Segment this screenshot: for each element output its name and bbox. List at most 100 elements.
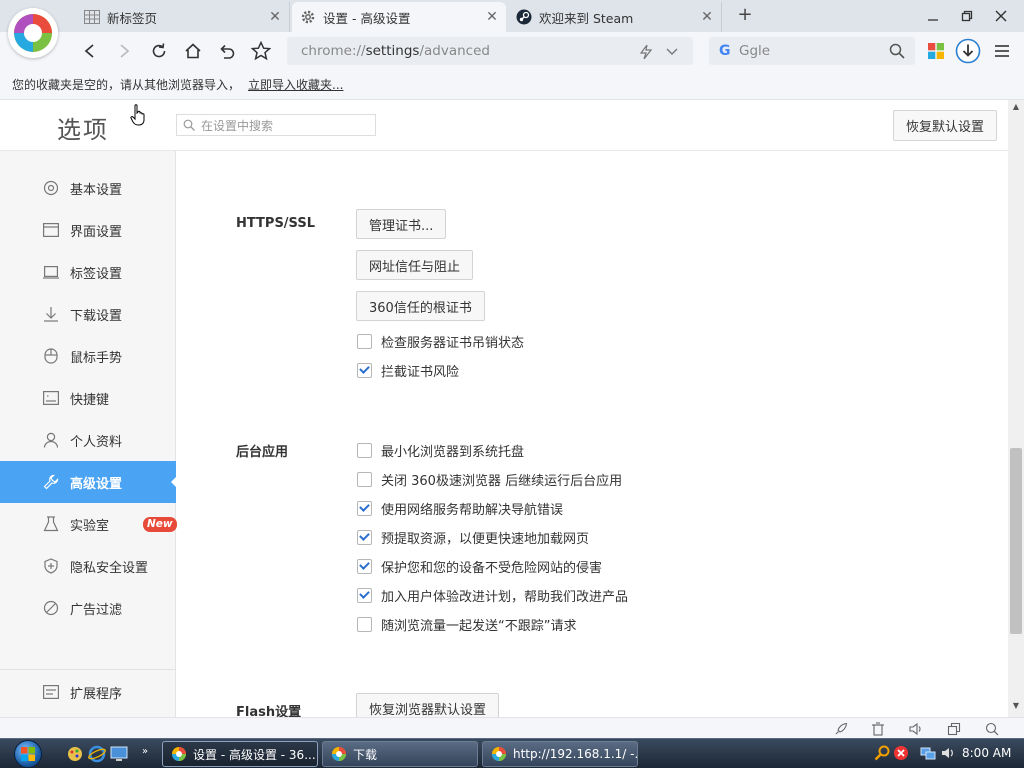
sidebar-divider xyxy=(0,669,176,670)
taskbar-clock[interactable]: 8:00 AM xyxy=(962,746,1011,760)
search-icon[interactable] xyxy=(889,43,905,59)
safe-browsing-checkbox[interactable]: 保护您和您的设备不受危险网站的侵害 xyxy=(357,557,602,576)
trusted-root-cert-button[interactable]: 360信任的根证书 xyxy=(356,291,485,321)
tab-strip: 新标签页 ✕ 设置 - 高级设置 ✕ 欢迎来到 Steam ✕ + xyxy=(0,0,1024,32)
steam-icon xyxy=(516,9,532,25)
settings-search-input[interactable]: 在设置中搜索 xyxy=(176,114,376,136)
scroll-down-icon[interactable]: ▼ xyxy=(1008,699,1024,713)
home-button[interactable] xyxy=(180,38,206,64)
quicklaunch-more-icon[interactable]: » xyxy=(142,746,160,764)
browser-logo-icon[interactable] xyxy=(8,8,58,58)
address-bar[interactable]: chrome://settings/advanced xyxy=(287,37,693,65)
warning-tray-icon[interactable] xyxy=(893,745,909,761)
zoom-icon[interactable] xyxy=(983,720,1001,738)
close-window-button[interactable] xyxy=(984,3,1018,29)
download-manager-icon[interactable] xyxy=(954,37,982,65)
background-apps-checkbox[interactable]: 关闭 360极速浏览器 后继续运行后台应用 xyxy=(357,470,622,489)
scroll-thumb[interactable] xyxy=(1010,448,1022,634)
checkbox[interactable] xyxy=(357,500,372,516)
search-tray-icon[interactable] xyxy=(874,745,890,761)
checkbox[interactable] xyxy=(357,529,372,545)
site-trust-button[interactable]: 网址信任与阻止 xyxy=(356,250,474,280)
close-tab-icon[interactable]: ✕ xyxy=(484,9,500,25)
ux-program-checkbox[interactable]: 加入用户体验改进计划，帮助我们改进产品 xyxy=(357,586,629,605)
taskbar-button-label: 下载 xyxy=(353,747,378,762)
sidebar-item-extensions[interactable]: 扩展程序 xyxy=(0,671,176,713)
sidebar-item-profile[interactable]: 个人资料 xyxy=(0,419,176,461)
vertical-scrollbar[interactable]: ▲ ▼ xyxy=(1008,100,1024,717)
sidebar-item-interface[interactable]: 界面设置 xyxy=(0,209,176,251)
shield-icon xyxy=(43,558,59,574)
apps-icon[interactable] xyxy=(922,37,950,65)
volume-tray-icon[interactable] xyxy=(940,745,956,761)
sidebar-item-tabs[interactable]: 标签设置 xyxy=(0,251,176,293)
checkbox-label: 加入用户体验改进计划，帮助我们改进产品 xyxy=(381,589,629,605)
manage-certificates-button[interactable]: 管理证书... xyxy=(356,209,447,239)
sidebar-item-advanced[interactable]: 高级设置 xyxy=(0,461,177,503)
settings-content: HTTPS/SSL 管理证书... 网址信任与阻止 360信任的根证书 检查服务… xyxy=(177,151,1008,717)
favorite-star-button[interactable] xyxy=(248,38,274,64)
navigation-error-checkbox[interactable]: 使用网络服务帮助解决导航错误 xyxy=(357,499,563,518)
minimize-to-tray-checkbox[interactable]: 最小化浏览器到系统托盘 xyxy=(357,441,524,460)
undo-close-button[interactable] xyxy=(214,38,240,64)
sidebar-item-privacy[interactable]: 隐私安全设置 xyxy=(0,545,176,587)
checkbox[interactable] xyxy=(357,471,372,487)
prefetch-checkbox[interactable]: 预提取资源，以便更快速地加载网页 xyxy=(357,528,590,547)
tab-new-tab[interactable]: 新标签页 ✕ xyxy=(76,2,290,32)
browser-toolbar: chrome://settings/advanced G Ggle xyxy=(0,32,1024,70)
menu-icon[interactable] xyxy=(988,37,1016,65)
checkbox[interactable] xyxy=(357,558,372,574)
restore-defaults-button[interactable]: 恢复默认设置 xyxy=(893,110,997,141)
checkbox-label: 预提取资源，以便更快速地加载网页 xyxy=(381,531,590,547)
reload-button[interactable] xyxy=(146,38,172,64)
sidebar-item-adblock[interactable]: 广告过滤 xyxy=(0,587,176,629)
chevron-down-icon[interactable] xyxy=(665,45,679,59)
checkbox[interactable] xyxy=(357,587,372,603)
section-label-background: 后台应用 xyxy=(236,445,289,460)
search-input[interactable]: G Ggle xyxy=(709,37,915,65)
window-restore-icon[interactable] xyxy=(945,720,963,738)
forward-button[interactable] xyxy=(111,38,137,64)
checkbox[interactable] xyxy=(357,362,372,378)
tab-settings[interactable]: 设置 - 高级设置 ✕ xyxy=(292,2,506,32)
ie-icon[interactable] xyxy=(88,745,106,763)
lightning-icon[interactable] xyxy=(639,45,653,59)
grid-icon xyxy=(84,9,100,25)
address-prefix: chrome:// xyxy=(301,43,366,59)
sidebar-item-lab[interactable]: 实验室 New xyxy=(0,503,177,545)
check-cert-revocation-checkbox[interactable]: 检查服务器证书吊销状态 xyxy=(357,332,524,351)
checkbox[interactable] xyxy=(357,333,372,349)
taskbar-button-download[interactable]: 下载 xyxy=(322,741,478,767)
scroll-up-icon[interactable]: ▲ xyxy=(1008,100,1024,114)
network-tray-icon[interactable] xyxy=(920,745,936,761)
new-tab-button[interactable]: + xyxy=(733,4,757,26)
do-not-track-checkbox[interactable]: 随浏览流量一起发送“不跟踪”请求 xyxy=(357,615,576,634)
taskbar-button-settings[interactable]: 设置 - 高级设置 - 36... xyxy=(162,741,318,767)
checkbox[interactable] xyxy=(357,442,372,458)
block-cert-risk-checkbox[interactable]: 拦截证书风险 xyxy=(357,361,459,380)
sidebar-item-mouse-gesture[interactable]: 鼠标手势 xyxy=(0,335,176,377)
trash-icon[interactable] xyxy=(869,720,887,738)
sidebar-item-shortcuts[interactable]: 快捷键 xyxy=(0,377,176,419)
rocket-icon[interactable] xyxy=(832,720,850,738)
paint-icon[interactable] xyxy=(66,745,84,763)
volume-icon[interactable] xyxy=(907,720,925,738)
back-button[interactable] xyxy=(77,38,103,64)
close-tab-icon[interactable]: ✕ xyxy=(699,9,715,25)
sidebar-item-label: 标签设置 xyxy=(70,266,123,282)
sidebar-item-label: 快捷键 xyxy=(70,392,110,408)
import-bookmarks-link[interactable]: 立即导入收藏夹... xyxy=(248,76,343,93)
close-tab-icon[interactable]: ✕ xyxy=(267,9,283,25)
restore-button[interactable] xyxy=(950,3,984,29)
start-button[interactable] xyxy=(6,739,50,768)
restore-flash-defaults-button[interactable]: 恢复浏览器默认设置 xyxy=(356,693,500,717)
tab-steam[interactable]: 欢迎来到 Steam ✕ xyxy=(508,2,722,32)
desktop-icon[interactable] xyxy=(110,745,128,763)
checkbox[interactable] xyxy=(357,616,372,632)
taskbar-button-router[interactable]: http://192.168.1.1/ -... xyxy=(482,741,638,767)
sidebar-item-download[interactable]: 下载设置 xyxy=(0,293,176,335)
settings-search-placeholder: 在设置中搜索 xyxy=(201,118,274,133)
sidebar-item-basic[interactable]: 基本设置 xyxy=(0,167,176,209)
minimize-button[interactable] xyxy=(916,3,950,29)
address-host: settings xyxy=(365,43,420,59)
